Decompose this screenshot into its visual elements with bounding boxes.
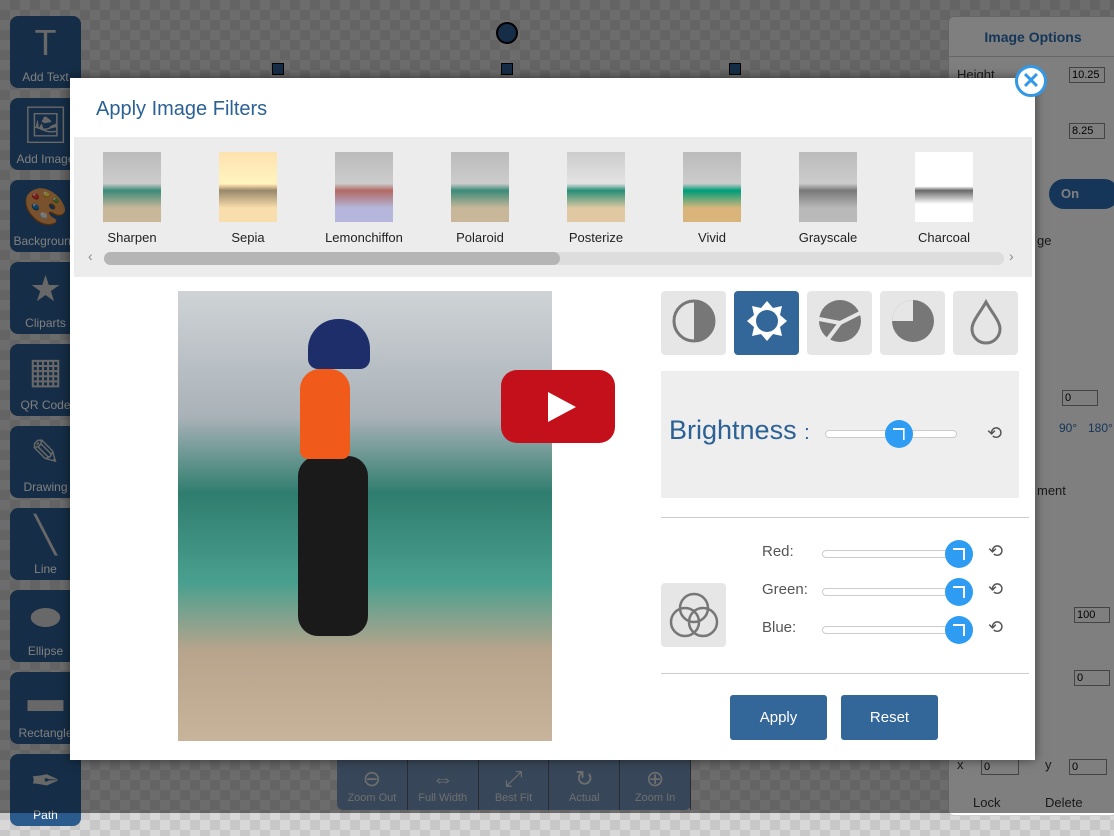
brightness-label: Brightness : xyxy=(669,415,810,445)
scroll-right-icon[interactable]: › xyxy=(1009,248,1014,264)
adjust-tab-contrast[interactable] xyxy=(661,291,726,355)
adjust-tab-brightness[interactable] xyxy=(734,291,799,355)
blue-slider[interactable] xyxy=(822,616,973,644)
hue-icon xyxy=(816,297,864,350)
filter-thumbnail xyxy=(799,152,857,222)
slider-knob[interactable] xyxy=(945,540,973,568)
filter-polaroid[interactable]: Polaroid xyxy=(422,152,538,245)
filter-thumbnail xyxy=(567,152,625,222)
filter-label: Sepia xyxy=(231,230,265,245)
divider xyxy=(661,673,1029,674)
filter-strip: ‹ › Sharpen Sepia Lemonchiffon Polaroid Post… xyxy=(74,137,1032,277)
channel-label: Blue: xyxy=(762,619,797,636)
brightness-icon xyxy=(743,297,791,350)
brightness-panel: Brightness : ⟲ xyxy=(661,371,1019,498)
filter-thumbnail xyxy=(683,152,741,222)
filter-label: Lemonchiffon xyxy=(325,230,403,245)
filter-label: Posterize xyxy=(568,230,624,245)
filter-label: Polaroid xyxy=(456,230,504,245)
brightness-slider[interactable] xyxy=(825,420,957,448)
scrollbar-thumb[interactable] xyxy=(104,252,560,265)
reset-icon[interactable]: ⟲ xyxy=(987,423,1002,444)
contrast-icon xyxy=(670,297,718,350)
filter-grayscale[interactable]: Grayscale xyxy=(770,152,886,245)
reset-icon[interactable]: ⟲ xyxy=(988,541,1003,562)
filter-thumbnail xyxy=(451,152,509,222)
slider-knob[interactable] xyxy=(945,578,973,606)
channel-label: Green: xyxy=(762,581,808,598)
slider-knob[interactable] xyxy=(884,420,913,448)
rgb-channels-icon xyxy=(661,583,726,647)
preview-image xyxy=(178,291,552,741)
reset-icon[interactable]: ⟲ xyxy=(988,579,1003,600)
reset-icon[interactable]: ⟲ xyxy=(988,617,1003,638)
blur-drop-icon xyxy=(962,297,1010,350)
adjust-tab-blur-drop[interactable] xyxy=(953,291,1018,355)
green-slider[interactable] xyxy=(822,578,973,606)
dialog-title: Apply Image Filters xyxy=(96,98,268,120)
saturation-icon xyxy=(889,297,937,350)
filter-label: Vivid xyxy=(698,230,726,245)
filter-lemonchiffon[interactable]: Lemonchiffon xyxy=(306,152,422,245)
photo-detail xyxy=(300,369,350,459)
filter-posterize[interactable]: Posterize xyxy=(538,152,654,245)
filter-label: Sharpen xyxy=(107,230,157,245)
apply-image-filters-dialog: Apply Image Filters ✕ ‹ › Sharpen Sepia Le… xyxy=(70,65,1047,760)
close-icon: ✕ xyxy=(1021,68,1041,93)
photo-detail xyxy=(308,319,370,369)
filter-thumbnail xyxy=(335,152,393,222)
adjust-tab-hue[interactable] xyxy=(807,291,872,355)
scroll-left-icon[interactable]: ‹ xyxy=(88,248,93,264)
play-video-button[interactable] xyxy=(501,370,615,443)
filter-label: Grayscale xyxy=(798,230,858,245)
filter-scrollbar[interactable] xyxy=(104,252,1004,265)
filter-charcoal[interactable]: Charcoal xyxy=(886,152,1002,245)
close-button[interactable]: ✕ xyxy=(1015,65,1047,97)
filter-vivid[interactable]: Vivid xyxy=(654,152,770,245)
photo-detail xyxy=(298,456,368,636)
slider-knob[interactable] xyxy=(945,616,973,644)
filter-thumbnail xyxy=(219,152,277,222)
reset-button[interactable]: Reset xyxy=(841,695,938,740)
adjust-tab-saturation[interactable] xyxy=(880,291,945,355)
filter-thumbnail xyxy=(915,152,973,222)
channel-label: Red: xyxy=(762,543,794,560)
filter-sharpen[interactable]: Sharpen xyxy=(74,152,190,245)
apply-button[interactable]: Apply xyxy=(730,695,827,740)
divider xyxy=(661,517,1029,518)
red-slider[interactable] xyxy=(822,540,973,568)
filter-label: Charcoal xyxy=(917,230,971,245)
filter-sepia[interactable]: Sepia xyxy=(190,152,306,245)
filter-thumbnail xyxy=(103,152,161,222)
